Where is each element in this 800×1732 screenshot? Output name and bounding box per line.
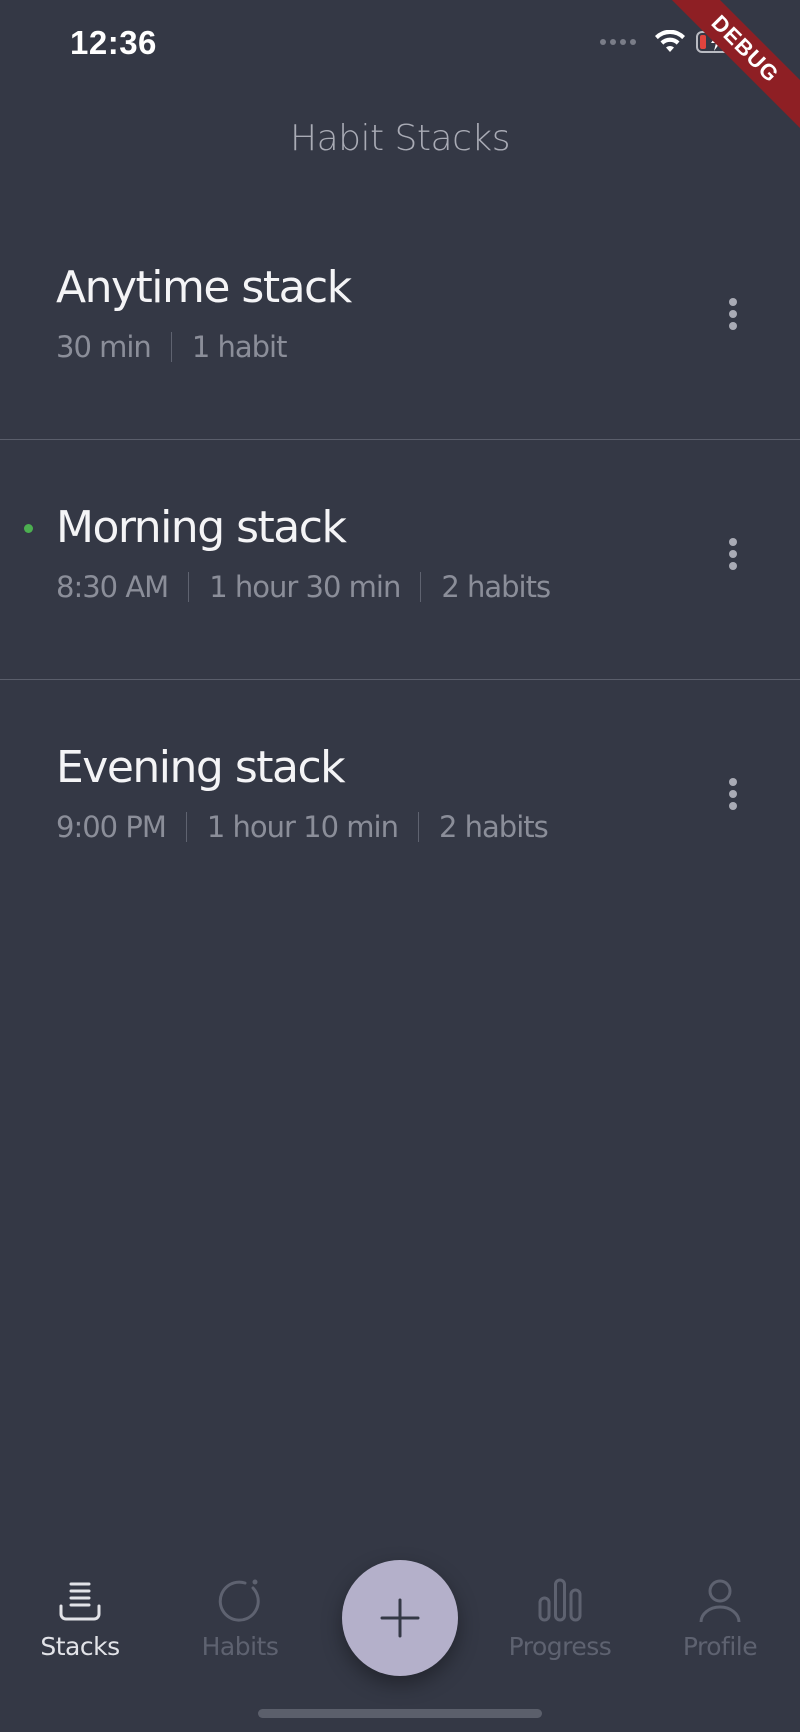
nav-label: Stacks: [40, 1632, 120, 1661]
stack-item-morning[interactable]: Morning stack 8:30 AM 1 hour 30 min 2 ha…: [0, 440, 800, 680]
signal-icon: [600, 39, 636, 45]
meta-separator: [188, 572, 190, 602]
meta-separator: [417, 812, 419, 842]
wifi-icon: [654, 30, 686, 54]
nav-item-habits[interactable]: Habits: [180, 1576, 300, 1661]
nav-label: Profile: [682, 1632, 758, 1661]
stack-name: Evening stack: [56, 742, 346, 793]
habits-icon: [218, 1579, 260, 1622]
app-screen: 12:36 DEBUG Habit Stacks Anytime stack 3…: [0, 0, 800, 1732]
nav-item-profile[interactable]: Profile: [660, 1576, 780, 1661]
meta-separator: [185, 812, 187, 842]
stack-habit-count: 1 habit: [191, 330, 288, 364]
status-icons: [600, 30, 742, 54]
stack-habit-count: 2 habits: [441, 570, 551, 604]
stack-time: 8:30 AM: [56, 570, 169, 604]
stack-duration: 30 min: [56, 330, 152, 364]
stack-name: Anytime stack: [56, 262, 352, 313]
active-indicator-dot: [24, 524, 33, 533]
more-vert-icon: [729, 778, 737, 786]
home-indicator: [258, 1709, 542, 1718]
more-options-button[interactable]: [718, 294, 748, 334]
more-vert-icon: [729, 538, 737, 546]
profile-icon: [699, 1579, 741, 1623]
stack-item-anytime[interactable]: Anytime stack 30 min 1 habit: [0, 200, 800, 440]
status-bar: 12:36 DEBUG: [0, 0, 800, 136]
stack-meta: 8:30 AM 1 hour 30 min 2 habits: [56, 570, 551, 604]
nav-label: Progress: [508, 1632, 612, 1661]
stack-list: Anytime stack 30 min 1 habit Morning sta…: [0, 200, 800, 920]
debug-label: DEBUG: [658, 0, 800, 136]
stack-item-evening[interactable]: Evening stack 9:00 PM 1 hour 10 min 2 ha…: [0, 680, 800, 920]
meta-separator: [170, 332, 172, 362]
meta-separator: [420, 572, 422, 602]
more-options-button[interactable]: [718, 534, 748, 574]
progress-icon: [538, 1578, 582, 1622]
plus-icon: [380, 1598, 420, 1638]
more-vert-icon: [729, 298, 737, 306]
stack-duration: 1 hour 30 min: [209, 570, 401, 604]
stack-habit-count: 2 habits: [438, 810, 549, 844]
stack-meta: 30 min 1 habit: [56, 330, 288, 364]
add-stack-button[interactable]: [342, 1560, 458, 1676]
stack-name: Morning stack: [56, 502, 347, 553]
nav-item-progress[interactable]: Progress: [500, 1576, 620, 1661]
stack-duration: 1 hour 10 min: [206, 810, 399, 844]
more-options-button[interactable]: [718, 774, 748, 814]
stack-meta: 9:00 PM 1 hour 10 min 2 habits: [56, 810, 549, 844]
bottom-nav: Stacks Habits Progress Profile: [0, 1540, 800, 1732]
stack-time: 9:00 PM: [56, 810, 167, 844]
nav-label: Habits: [201, 1632, 279, 1661]
battery-charging-icon: [696, 30, 742, 54]
nav-item-stacks[interactable]: Stacks: [20, 1576, 140, 1661]
page-title: Habit Stacks: [290, 118, 510, 159]
status-time: 12:36: [70, 24, 157, 61]
stacks-icon: [59, 1582, 101, 1621]
